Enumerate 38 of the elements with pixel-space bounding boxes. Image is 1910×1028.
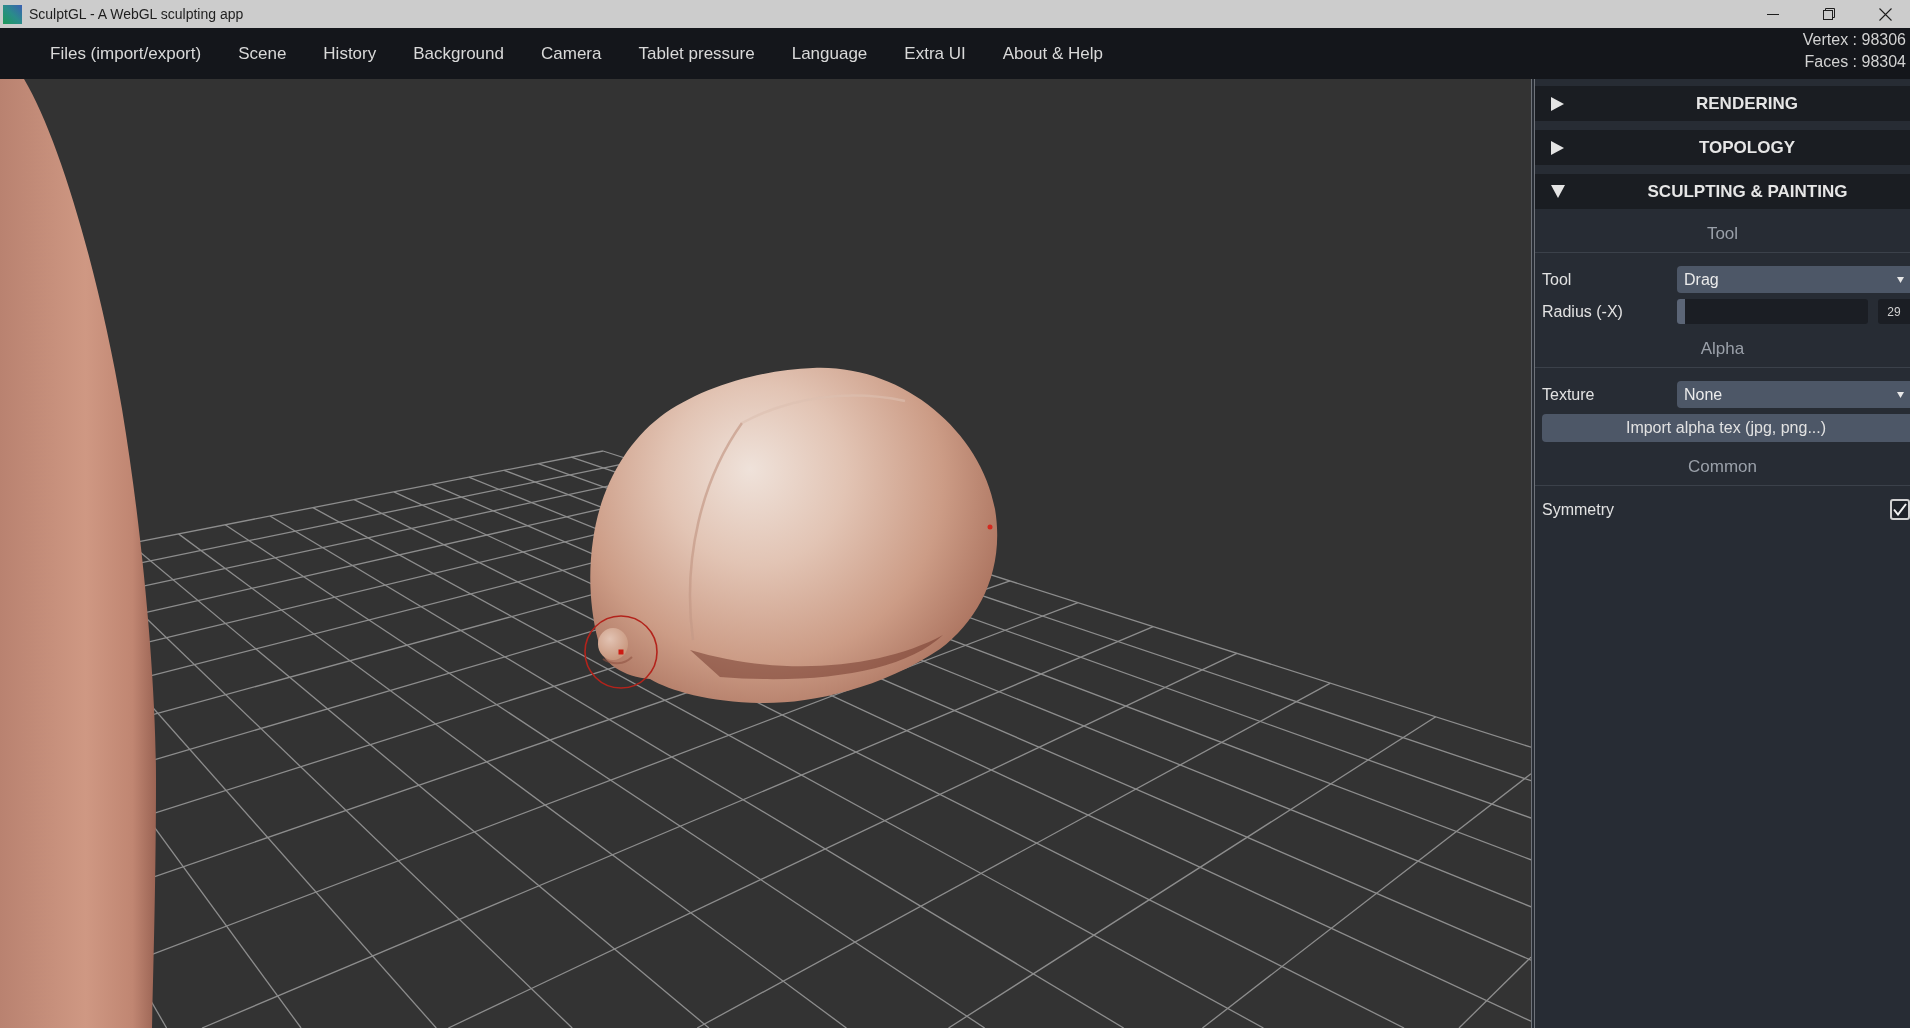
mesh-stat-text: Vertex : 98306: [1802, 30, 1906, 50]
symmetry-point-icon: [987, 524, 993, 530]
menu-item[interactable]: Tablet pressure: [638, 42, 755, 65]
field-label: Tool: [1541, 269, 1573, 290]
sculpt-viewport-drawing[interactable]: [0, 79, 1531, 1028]
menu-item[interactable]: Language: [791, 42, 868, 65]
folder-header[interactable]: TOPOLOGY: [1535, 130, 1910, 165]
dropdown-arrow-icon: [1897, 276, 1904, 283]
window-title: SculptGL - A WebGL sculpting app: [29, 5, 244, 23]
app-logo-icon: [3, 4, 22, 24]
brush-cursor-icon: [584, 615, 658, 689]
restore-icon: [1823, 8, 1835, 20]
close-icon: [1878, 7, 1892, 21]
folder-header[interactable]: RENDERING: [1535, 86, 1910, 121]
slider-track[interactable]: [1677, 299, 1868, 324]
section-title: Tool: [1706, 224, 1739, 243]
field-label: Texture: [1541, 384, 1596, 405]
checkbox[interactable]: [1890, 499, 1910, 520]
section-title: Common: [1688, 457, 1757, 476]
mesh-stat-text: Faces : 98304: [1804, 52, 1906, 72]
dropdown-arrow-icon: [1897, 391, 1904, 398]
menu-item[interactable]: About & Help: [1002, 42, 1103, 65]
section-title: Alpha: [1700, 339, 1745, 358]
menu-item[interactable]: Files (import/export): [50, 42, 202, 65]
minimize-icon: [1767, 13, 1779, 15]
menu-item[interactable]: Scene: [238, 42, 287, 65]
dropdown[interactable]: None: [1677, 381, 1910, 408]
value-field[interactable]: 29: [1878, 299, 1910, 324]
menu-item[interactable]: Extra UI: [904, 42, 966, 65]
menu-item[interactable]: Background: [413, 42, 504, 65]
menu-item[interactable]: Camera: [541, 42, 602, 65]
checkmark-icon: [1893, 503, 1907, 516]
menu-item[interactable]: History: [323, 42, 377, 65]
field-label: Radius (-X): [1541, 301, 1624, 322]
field-label: Symmetry: [1541, 499, 1615, 520]
folder-header[interactable]: SCULPTING & PAINTING: [1535, 174, 1910, 209]
action-button[interactable]: Import alpha tex (jpg, png...): [1542, 414, 1910, 442]
dropdown[interactable]: Drag: [1677, 266, 1910, 293]
